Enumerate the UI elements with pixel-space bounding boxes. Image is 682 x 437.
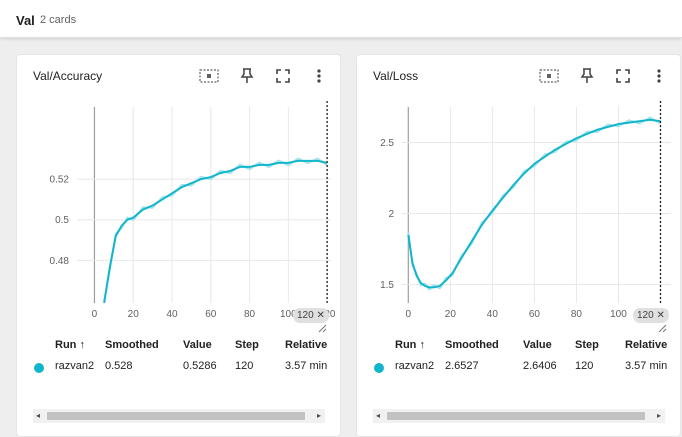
col-relative[interactable]: Relative <box>625 339 667 351</box>
col-value[interactable]: Value <box>183 339 212 351</box>
horizontal-scrollbar[interactable]: ◂ ▸ <box>373 409 665 423</box>
scroll-thumb[interactable] <box>47 412 305 420</box>
more-vert-icon[interactable] <box>647 64 671 88</box>
x-tick-label: 40 <box>487 309 499 320</box>
x-tick-label: 60 <box>205 309 217 320</box>
col-step[interactable]: Step <box>235 339 259 351</box>
x-tick-label: 80 <box>244 309 256 320</box>
scroll-left-icon[interactable]: ◂ <box>36 411 40 420</box>
table-row: razvan2 2.6527 2.6406 120 3.57 min <box>357 360 680 378</box>
horizontal-scrollbar[interactable]: ◂ ▸ <box>33 409 325 423</box>
step-badge[interactable]: 120 ✕ <box>633 308 669 323</box>
card-val-loss: Val/Loss 0 20 40 60 80 100 120 1.5 2 2.5 120 ✕ Ru… <box>356 54 681 437</box>
cell-step: 120 <box>575 360 594 372</box>
card-title: Val/Accuracy <box>33 69 103 83</box>
x-tick-label: 20 <box>445 309 457 320</box>
y-tick-label: 2.5 <box>380 138 394 149</box>
fit-domain-icon[interactable] <box>197 64 221 88</box>
col-smoothed[interactable]: Smoothed <box>105 339 159 351</box>
table-header: Run ↑ Smoothed Value Step Relative <box>17 339 340 357</box>
x-tick-label: 20 <box>128 309 140 320</box>
y-tick-label: 1.5 <box>380 280 394 291</box>
raw-series-line <box>103 157 328 301</box>
cell-run: razvan2 <box>55 360 95 372</box>
x-tick-label: 80 <box>571 309 583 320</box>
x-tick-label: 0 <box>92 309 98 320</box>
group-card-count: 2 cards <box>40 14 77 26</box>
col-run[interactable]: Run ↑ <box>55 339 85 351</box>
fit-domain-icon[interactable] <box>537 64 561 88</box>
col-run[interactable]: Run ↑ <box>395 339 425 351</box>
group-title: Val <box>16 13 35 28</box>
pin-icon[interactable] <box>575 64 599 88</box>
scroll-right-icon[interactable]: ▸ <box>657 411 661 420</box>
pin-icon[interactable] <box>235 64 259 88</box>
cell-relative: 3.57 min <box>625 360 667 372</box>
resize-handle-icon[interactable] <box>657 323 667 333</box>
table-row: razvan2 0.528 0.5286 120 3.57 min <box>17 360 340 378</box>
y-tick-label: 0.48 <box>50 256 70 267</box>
cell-run: razvan2 <box>395 360 435 372</box>
x-tick-label: 40 <box>166 309 178 320</box>
cell-relative: 3.57 min <box>285 360 327 372</box>
table-header: Run ↑ Smoothed Value Step Relative <box>357 339 680 357</box>
scroll-left-icon[interactable]: ◂ <box>376 411 380 420</box>
cell-smoothed: 0.528 <box>105 360 133 372</box>
cell-smoothed: 2.6527 <box>445 360 479 372</box>
loss-chart[interactable]: 0204060801001201.522.5 <box>357 99 682 333</box>
run-color-dot <box>34 363 44 373</box>
run-color-dot <box>374 363 384 373</box>
col-value[interactable]: Value <box>523 339 552 351</box>
step-badge[interactable]: 120 ✕ <box>293 308 329 323</box>
col-relative[interactable]: Relative <box>285 339 327 351</box>
col-step[interactable]: Step <box>575 339 599 351</box>
resize-handle-icon[interactable] <box>317 323 327 333</box>
scroll-thumb[interactable] <box>387 412 645 420</box>
cell-step: 120 <box>235 360 254 372</box>
accuracy-chart[interactable]: 0204060801001200.480.50.52 <box>17 99 342 333</box>
y-tick-label: 2 <box>388 209 394 220</box>
group-header: Val 2 cards <box>0 0 682 38</box>
cell-value: 0.5286 <box>183 360 217 372</box>
y-tick-label: 0.5 <box>55 215 69 226</box>
card-title: Val/Loss <box>373 69 419 83</box>
x-tick-label: 0 <box>406 309 412 320</box>
fullscreen-icon[interactable] <box>611 64 635 88</box>
scroll-right-icon[interactable]: ▸ <box>317 411 321 420</box>
cell-value: 2.6406 <box>523 360 557 372</box>
more-vert-icon[interactable] <box>307 64 331 88</box>
smoothed-series-line <box>103 159 328 304</box>
col-smoothed[interactable]: Smoothed <box>445 339 499 351</box>
x-tick-label: 100 <box>610 309 627 320</box>
x-tick-label: 60 <box>529 309 541 320</box>
card-val-accuracy: Val/Accuracy 0204060801001200.480.50.52 … <box>16 54 341 437</box>
fullscreen-icon[interactable] <box>271 64 295 88</box>
y-tick-label: 0.52 <box>50 175 70 186</box>
